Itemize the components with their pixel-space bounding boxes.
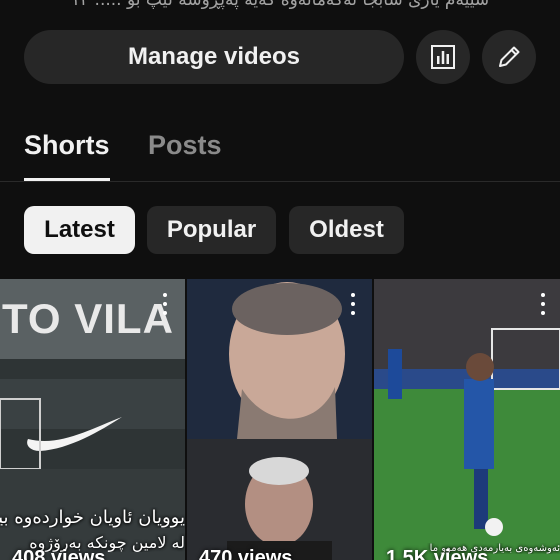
channel-actions: Manage videos bbox=[24, 30, 536, 84]
short-tile[interactable]: ئەوشەوەی بەیارمەدی هەموو ما 1.5K views bbox=[374, 279, 560, 560]
short-more-button[interactable] bbox=[344, 293, 362, 315]
manage-videos-button[interactable]: Manage videos bbox=[24, 30, 404, 84]
short-views: 408 views bbox=[12, 547, 106, 560]
chip-oldest[interactable]: Oldest bbox=[289, 206, 404, 254]
content-tabs: Shorts Posts bbox=[0, 110, 560, 182]
short-more-button[interactable] bbox=[156, 293, 174, 315]
chip-popular[interactable]: Popular bbox=[147, 206, 276, 254]
pencil-icon bbox=[499, 46, 520, 67]
short-views: 470 views bbox=[199, 547, 293, 560]
tab-posts[interactable]: Posts bbox=[148, 130, 222, 161]
tab-selected-indicator bbox=[24, 178, 110, 181]
short-tile[interactable]: 470 views bbox=[187, 279, 372, 560]
tab-shorts[interactable]: Shorts bbox=[24, 130, 110, 161]
chip-latest[interactable]: Latest bbox=[24, 206, 135, 254]
short-caption-line1: یوویان ئاویان خواردەوە بیبە bbox=[0, 507, 185, 528]
short-views: 1.5K views bbox=[386, 547, 489, 560]
short-thumbnail bbox=[187, 279, 372, 560]
bar-chart-icon bbox=[431, 45, 455, 69]
analytics-button[interactable] bbox=[416, 30, 470, 84]
edit-button[interactable] bbox=[482, 30, 536, 84]
description-snippet: سێیەم یاری سابجا ئەکەمانەوە گەیە پەپڕۆسە… bbox=[70, 0, 490, 10]
short-thumbnail bbox=[374, 279, 560, 560]
short-more-button[interactable] bbox=[534, 293, 552, 315]
shorts-grid: TO VILA یوویان ئاویان خواردەوە بیبە لە ل… bbox=[0, 279, 560, 560]
short-tile[interactable]: TO VILA یوویان ئاویان خواردەوە بیبە لە ل… bbox=[0, 279, 185, 560]
